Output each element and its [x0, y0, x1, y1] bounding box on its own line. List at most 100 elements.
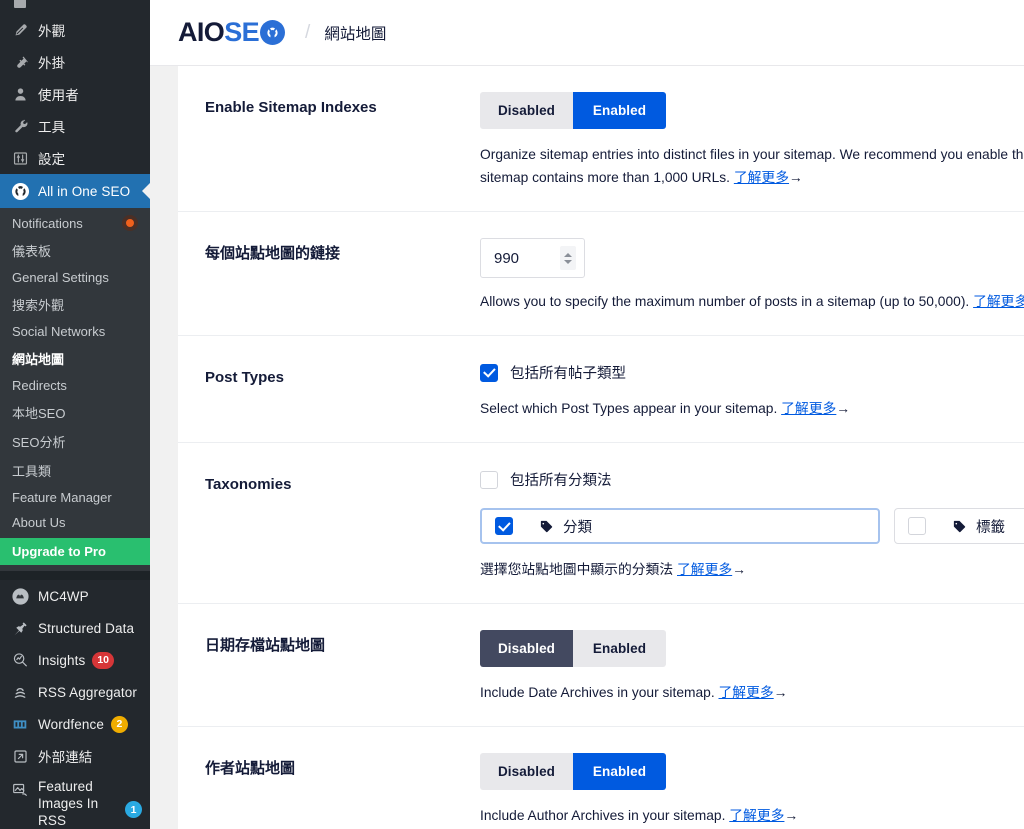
submenu-item-general-settings[interactable]: General Settings	[0, 265, 150, 290]
insights-badge: 10	[92, 651, 115, 669]
sidebar-item-wordfence[interactable]: Wordfence 2	[0, 708, 150, 740]
settings-sliders-icon	[9, 148, 31, 168]
row-body: Disabled Enabled Include Author Archives…	[480, 753, 1024, 827]
toggle-disabled-button[interactable]: Disabled	[480, 92, 573, 129]
description-text: Include Date Archives in your sitemap.	[480, 685, 719, 700]
sidebar-item-settings[interactable]: 設定	[0, 142, 150, 174]
learn-more-link[interactable]: 了解更多	[973, 294, 1024, 309]
taxonomy-card-tag[interactable]: 標籤	[894, 508, 1024, 544]
stepper-down-icon[interactable]	[564, 259, 572, 264]
sidebar-item-label: Insights	[38, 652, 86, 668]
row-author-sitemap: 作者站點地圖 Disabled Enabled Include Author A…	[178, 727, 1024, 829]
tools-wrench-icon	[9, 116, 31, 136]
wordfence-badge: 2	[110, 715, 128, 733]
sidebar-item-users[interactable]: 使用者	[0, 78, 150, 110]
date-archive-toggle[interactable]: Disabled Enabled	[480, 630, 666, 667]
row-enable-sitemap-indexes: Enable Sitemap Indexes Disabled Enabled …	[178, 66, 1024, 212]
links-per-sitemap-input[interactable]: 990	[480, 238, 585, 278]
upgrade-label: Upgrade to Pro	[12, 544, 106, 559]
sidebar-item-structured-data[interactable]: Structured Data	[0, 612, 150, 644]
include-all-post-types-checkbox[interactable]	[480, 363, 498, 382]
stepper-up-icon[interactable]	[564, 252, 572, 257]
sidebar-item-external-links[interactable]: 外部連結	[0, 740, 150, 772]
taxonomy-category-checkbox[interactable]	[495, 517, 513, 535]
submenu-item-about-us[interactable]: About Us	[0, 510, 150, 535]
aioseo-header: AIO SE / 網站地圖	[150, 0, 1024, 66]
submenu-item-label: 工具類	[12, 464, 52, 479]
sidebar-item-mc4wp[interactable]: MC4WP	[0, 580, 150, 612]
taxonomy-tag-checkbox[interactable]	[908, 517, 926, 535]
submenu-item-label: SEO分析	[12, 435, 66, 450]
row-label: 每個站點地圖的鏈接	[205, 245, 341, 262]
submenu-item-sitemaps[interactable]: 網站地圖	[0, 344, 150, 373]
submenu-item-search-appearance[interactable]: 搜索外觀	[0, 290, 150, 319]
sidebar-item-label: 設定	[38, 152, 66, 167]
row-label: 日期存檔站點地圖	[205, 637, 326, 654]
taxonomy-name: 分類	[563, 519, 592, 536]
row-body: Disabled Enabled Include Date Archives i…	[480, 630, 1024, 704]
learn-more-link[interactable]: 了解更多	[677, 562, 732, 577]
include-all-taxonomies-row[interactable]: 包括所有分類法	[480, 469, 1024, 490]
submenu-item-upgrade-to-pro[interactable]: Upgrade to Pro	[0, 538, 150, 565]
sidebar-item-label: 外部連結	[38, 750, 93, 765]
row-label: 作者站點地圖	[205, 760, 296, 777]
submenu-item-notifications[interactable]: Notifications	[0, 210, 150, 236]
arrow-icon: →	[784, 808, 799, 823]
page-title: 網站地圖	[324, 25, 387, 43]
submenu-item-feature-manager[interactable]: Feature Manager	[0, 485, 150, 510]
toggle-enabled-button[interactable]: Enabled	[573, 630, 666, 667]
submenu-item-dashboard[interactable]: 儀表板	[0, 236, 150, 265]
toggle-disabled-button[interactable]: Disabled	[480, 630, 573, 667]
submenu-item-label: 本地SEO	[12, 406, 66, 421]
sidebar-item-label: Wordfence	[38, 716, 104, 732]
row-taxonomies: Taxonomies 包括所有分類法 分類 標籤 選擇您站點地圖中顯示的分類法 …	[178, 443, 1024, 604]
sidebar-item-featured-images-in-rss[interactable]: Featured Images In RSS 1	[0, 772, 150, 828]
submenu-item-label: Notifications	[12, 215, 83, 231]
submenu-item-social-networks[interactable]: Social Networks	[0, 319, 150, 344]
aioseo-submenu: Notifications 儀表板 General Settings 搜索外觀 …	[0, 208, 150, 571]
description-text: Include Author Archives in your sitemap.	[480, 808, 730, 823]
insights-icon	[9, 650, 31, 670]
row-label: Taxonomies	[205, 476, 292, 493]
sidebar-item-label: 工具	[38, 120, 66, 135]
sidebar-item-appearance[interactable]: 外觀	[0, 14, 150, 46]
row-description: Allows you to specify the maximum number…	[480, 290, 1024, 313]
submenu-item-local-seo[interactable]: 本地SEO	[0, 398, 150, 427]
taxonomy-card-category[interactable]: 分類	[480, 508, 880, 544]
main-area: AIO SE / 網站地圖 Enable Sitemap Indexes Disa…	[150, 0, 1024, 829]
learn-more-link[interactable]: 了解更多	[734, 170, 789, 185]
sidebar-item-label: MC4WP	[38, 588, 89, 604]
submenu-item-tools[interactable]: 工具類	[0, 456, 150, 485]
sidebar-item-tools[interactable]: 工具	[0, 110, 150, 142]
include-all-taxonomies-checkbox[interactable]	[480, 470, 498, 489]
row-date-archive-sitemap: 日期存檔站點地圖 Disabled Enabled Include Date A…	[178, 604, 1024, 727]
toggle-enabled-button[interactable]: Enabled	[573, 753, 666, 790]
breadcrumb-separator: /	[305, 21, 311, 43]
submenu-item-seo-analysis[interactable]: SEO分析	[0, 427, 150, 456]
submenu-item-redirects[interactable]: Redirects	[0, 373, 150, 398]
menu-separator	[0, 571, 150, 580]
featured-image-icon	[9, 779, 31, 799]
sidebar-item-rss-aggregator[interactable]: RSS Aggregator	[0, 676, 150, 708]
learn-more-link[interactable]: 了解更多	[729, 808, 784, 823]
sitemap-indexes-toggle[interactable]: Disabled Enabled	[480, 92, 666, 129]
aioseo-logo: AIO SE	[178, 17, 286, 48]
author-sitemap-toggle[interactable]: Disabled Enabled	[480, 753, 666, 790]
row-description: Include Date Archives in your sitemap. 了…	[480, 681, 1024, 704]
sidebar-item-label: Structured Data	[38, 620, 135, 636]
number-stepper[interactable]	[560, 246, 576, 270]
include-all-post-types-row[interactable]: 包括所有帖子類型	[480, 362, 1024, 383]
settings-card: Enable Sitemap Indexes Disabled Enabled …	[178, 66, 1024, 829]
sidebar-item-all-in-one-seo[interactable]: All in One SEO	[0, 174, 150, 208]
media-icon	[9, 0, 31, 14]
sidebar-item-label: 外觀	[38, 24, 66, 39]
learn-more-link[interactable]: 了解更多	[719, 685, 774, 700]
sidebar-item-cutoff[interactable]	[0, 0, 150, 14]
learn-more-link[interactable]: 了解更多	[781, 401, 836, 416]
toggle-disabled-button[interactable]: Disabled	[480, 753, 573, 790]
sidebar-item-plugins[interactable]: 外掛	[0, 46, 150, 78]
toggle-enabled-button[interactable]: Enabled	[573, 92, 666, 129]
screen: 外觀 外掛 使用者 工具 設定 All in One SEO Notificat…	[0, 0, 1024, 829]
sidebar-item-insights[interactable]: Insights 10	[0, 644, 150, 676]
description-text: Allows you to specify the maximum number…	[480, 294, 974, 309]
